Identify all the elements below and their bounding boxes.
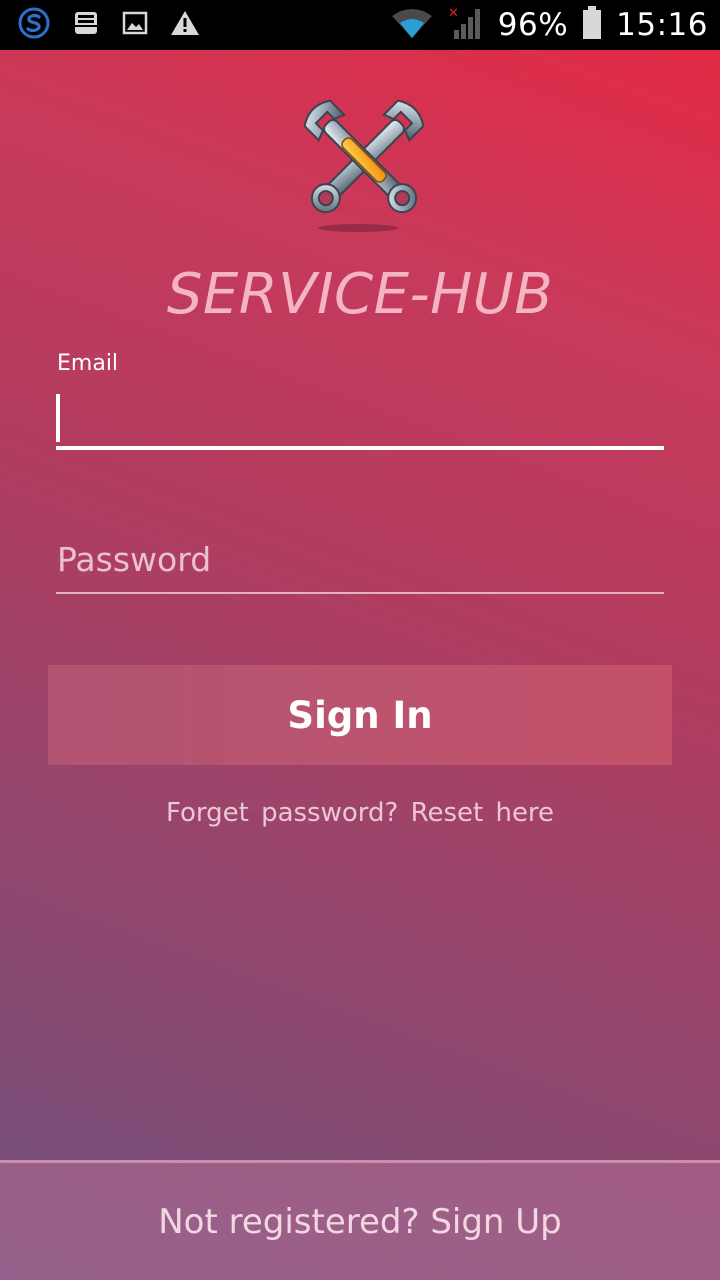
- status-bar: ✕ 96% 15:16: [0, 0, 720, 50]
- sync-icon: [18, 7, 50, 43]
- svg-text:✕: ✕: [448, 6, 459, 21]
- password-placeholder: Password: [57, 540, 212, 579]
- email-field[interactable]: [56, 390, 664, 450]
- signal-icon: ✕: [448, 6, 484, 44]
- wifi-icon: [390, 6, 434, 44]
- login-screen: SERVICE-HUB Email Password Sign In Forge…: [0, 50, 720, 1280]
- tools-wrench-icon: [292, 88, 436, 236]
- clock: 15:16: [616, 7, 708, 43]
- text-cursor: [56, 394, 60, 442]
- warning-icon: [170, 9, 200, 41]
- app-title: SERVICE-HUB: [166, 262, 554, 327]
- inbox-icon: [72, 9, 100, 41]
- image-icon: [122, 10, 148, 40]
- password-field[interactable]: Password: [56, 530, 664, 594]
- sign-in-button[interactable]: Sign In: [48, 665, 672, 765]
- sign-up-link[interactable]: Not registered? Sign Up: [158, 1202, 562, 1242]
- battery-percent: 96%: [497, 7, 569, 43]
- sign-up-bar[interactable]: Not registered? Sign Up: [0, 1160, 720, 1280]
- battery-icon: [582, 6, 602, 44]
- reset-password-link[interactable]: Forget password? Reset here: [0, 798, 720, 828]
- sign-in-label: Sign In: [287, 693, 433, 737]
- email-label: Email: [57, 351, 119, 376]
